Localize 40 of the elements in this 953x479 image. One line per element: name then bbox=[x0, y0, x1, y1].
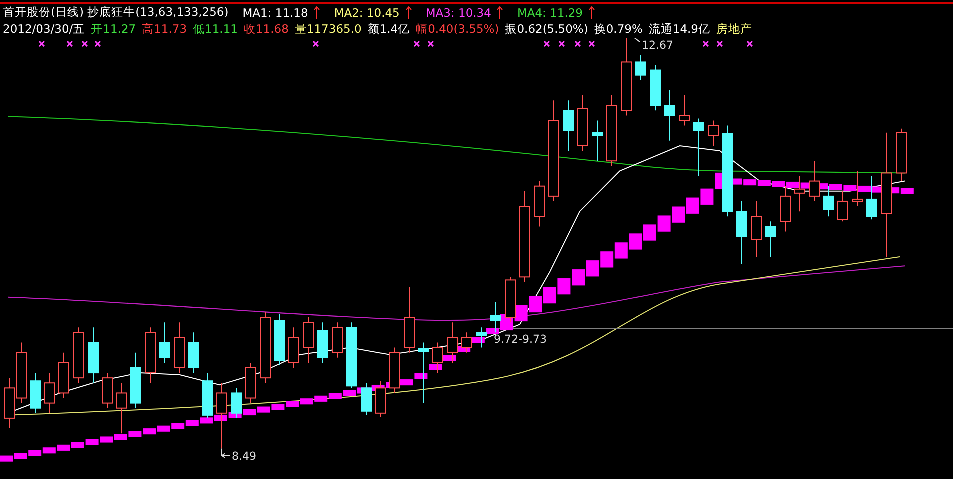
quote-value: 幅0.40(3.55%) bbox=[416, 22, 500, 37]
quote-value: 房地产 bbox=[716, 22, 752, 37]
cross-marker-icon bbox=[588, 40, 596, 48]
quote-value: 收11.68 bbox=[244, 22, 289, 37]
cross-marker-icon bbox=[38, 40, 46, 48]
cross-marker-icon bbox=[544, 40, 550, 48]
chart-title: 首开股份(日线) 抄底狂牛(13,63,133,256) bbox=[3, 5, 229, 20]
cross-marker-icon bbox=[574, 40, 582, 48]
indicator-value: MA3: 10.34 bbox=[426, 6, 492, 20]
quote-value: 2012/03/30/五 bbox=[3, 22, 86, 37]
cross-marker-icon bbox=[558, 40, 566, 48]
cross-marker-icon bbox=[312, 40, 320, 48]
quote-value: 振0.62(5.50%) bbox=[505, 22, 588, 37]
cross-marker-icon bbox=[82, 40, 88, 48]
up-arrow-icon bbox=[406, 6, 412, 19]
up-arrow-icon bbox=[314, 6, 320, 19]
leader-line bbox=[222, 448, 230, 458]
cross-marker-icon bbox=[414, 40, 420, 48]
up-arrow-icon bbox=[497, 6, 504, 19]
quote-value: 额1.4亿 bbox=[368, 22, 410, 37]
cross-marker-icon bbox=[428, 40, 434, 48]
quote-value: 换0.79% bbox=[594, 22, 643, 37]
cross-marker-icon bbox=[702, 40, 710, 48]
price-label: 9.72-9.73 bbox=[494, 332, 547, 346]
quote-value: 低11.11 bbox=[193, 22, 238, 37]
quote-value: 量117365.0 bbox=[294, 22, 362, 37]
quote-value: 开11.27 bbox=[91, 22, 136, 37]
indicator-value: MA1: 11.18 bbox=[242, 6, 308, 20]
cross-marker-icon bbox=[746, 40, 754, 48]
indicator-value: MA2: 10.45 bbox=[334, 6, 400, 20]
price-label: 8.49 bbox=[232, 450, 256, 463]
quote-value: 高11.73 bbox=[142, 22, 188, 37]
up-arrow-icon bbox=[589, 6, 595, 19]
price-label: 12.67 bbox=[642, 39, 674, 52]
leader-line bbox=[626, 38, 640, 42]
quote-value: 流通14.9亿 bbox=[648, 22, 710, 37]
indicator-value: MA4: 11.29 bbox=[517, 6, 583, 20]
cross-marker-icon bbox=[716, 40, 724, 48]
cross-marker-icon bbox=[94, 40, 102, 48]
cross-marker-icon bbox=[66, 40, 74, 48]
